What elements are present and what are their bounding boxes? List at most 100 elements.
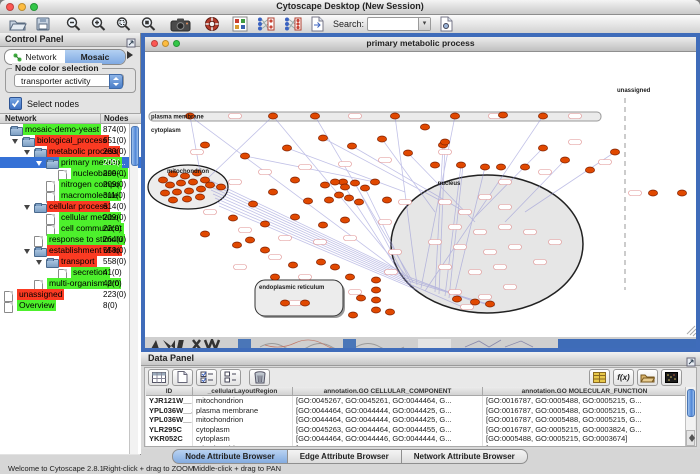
network-node[interactable] bbox=[420, 124, 429, 130]
tree-item[interactable]: transport558(0) bbox=[0, 256, 141, 267]
network-node[interactable] bbox=[270, 274, 279, 280]
network-node[interactable] bbox=[205, 182, 214, 188]
column-header[interactable]: ID bbox=[146, 387, 193, 396]
network-node[interactable] bbox=[268, 113, 277, 119]
network-node[interactable] bbox=[345, 274, 354, 280]
zoom-out-button[interactable] bbox=[65, 16, 82, 33]
delete-attribute-button[interactable] bbox=[249, 369, 270, 386]
tree-scrollbar-thumb[interactable] bbox=[131, 126, 139, 166]
attribute-table-button[interactable] bbox=[148, 369, 169, 386]
open-session-button[interactable] bbox=[8, 16, 27, 33]
network-node[interactable] bbox=[200, 231, 209, 237]
more-tabs-arrow-icon[interactable] bbox=[127, 51, 133, 59]
table-scrollbar[interactable] bbox=[685, 387, 695, 446]
tree-item[interactable]: unassigned223(0) bbox=[0, 289, 141, 300]
tree-item[interactable]: Overview8(0) bbox=[0, 300, 141, 311]
new-attribute-button[interactable] bbox=[172, 369, 193, 386]
table-row[interactable]: YLR295Ccytoplasm[GO:0045263, GO:0044464,… bbox=[146, 425, 687, 435]
import-attribute-table-button[interactable] bbox=[589, 369, 610, 386]
network-node[interactable] bbox=[290, 214, 299, 220]
column-header[interactable]: _cellularLayoutRegion bbox=[193, 387, 293, 396]
network-node[interactable] bbox=[248, 201, 257, 207]
tree-item[interactable]: biological_process651(0) bbox=[0, 135, 141, 146]
formula-builder-button[interactable]: f(x) bbox=[613, 369, 634, 386]
network-node[interactable] bbox=[165, 182, 174, 188]
tree-scrollbar[interactable] bbox=[129, 124, 138, 454]
network-node[interactable] bbox=[310, 113, 319, 119]
network-node[interactable] bbox=[280, 300, 289, 306]
tab-edge-attribute-browser[interactable]: Edge Attribute Browser bbox=[288, 449, 402, 464]
network-node[interactable] bbox=[360, 185, 369, 191]
network-node[interactable] bbox=[485, 301, 494, 307]
tree-item[interactable]: mosaic-demo-yeast874(0) bbox=[0, 124, 141, 135]
network-node[interactable] bbox=[160, 190, 169, 196]
tab-node-attribute-browser[interactable]: Node Attribute Browser bbox=[172, 449, 288, 464]
attribute-matrix-button[interactable] bbox=[661, 369, 682, 386]
network-node[interactable] bbox=[371, 307, 380, 313]
network-node[interactable] bbox=[334, 192, 343, 198]
network-node[interactable] bbox=[290, 177, 299, 183]
select-attributes-button[interactable] bbox=[196, 369, 217, 386]
tree-item[interactable]: response to stimulu264(0) bbox=[0, 234, 141, 245]
network-node[interactable] bbox=[354, 199, 363, 205]
chevron-down-icon[interactable]: ▾ bbox=[418, 18, 430, 30]
network-node[interactable] bbox=[385, 309, 394, 315]
network-node[interactable] bbox=[316, 259, 325, 265]
disclosure-triangle-icon[interactable] bbox=[24, 205, 30, 210]
network-node[interactable] bbox=[403, 150, 412, 156]
network-node[interactable] bbox=[318, 222, 327, 228]
tree-item[interactable]: cell communicat22(0) bbox=[0, 223, 141, 234]
network-node[interactable] bbox=[377, 136, 386, 142]
network-node[interactable] bbox=[216, 184, 225, 190]
table-scrollbar-thumb[interactable] bbox=[687, 389, 695, 417]
network-node[interactable] bbox=[610, 149, 619, 155]
network-node[interactable] bbox=[371, 277, 380, 283]
network-overview-button[interactable] bbox=[232, 16, 248, 33]
tree-item[interactable]: secretion41(0) bbox=[0, 267, 141, 278]
network-node[interactable] bbox=[370, 179, 379, 185]
save-session-button[interactable] bbox=[35, 16, 51, 33]
network-node[interactable] bbox=[390, 113, 399, 119]
tree-item[interactable]: primary metabo209(... bbox=[0, 157, 141, 168]
network-node[interactable] bbox=[585, 167, 594, 173]
table-scroll-arrows[interactable] bbox=[686, 430, 695, 446]
network-node[interactable] bbox=[320, 182, 329, 188]
select-nodes-checkbox[interactable] bbox=[9, 97, 22, 110]
network-node[interactable] bbox=[382, 197, 391, 203]
help-button[interactable] bbox=[204, 16, 220, 33]
tree-item[interactable]: establishment of lo558(0) bbox=[0, 245, 141, 256]
node-color-select[interactable]: transporter activity bbox=[14, 74, 124, 87]
network-node[interactable] bbox=[282, 145, 291, 151]
network-node[interactable] bbox=[648, 190, 657, 196]
search-input[interactable]: ▾ bbox=[367, 17, 431, 31]
network-node[interactable] bbox=[330, 264, 339, 270]
tree-item[interactable]: metabolic process280(0) bbox=[0, 146, 141, 157]
network-node[interactable] bbox=[228, 215, 237, 221]
network-node[interactable] bbox=[347, 143, 356, 149]
tab-network-attribute-browser[interactable]: Network Attribute Browser bbox=[402, 449, 528, 464]
disclosure-triangle-icon[interactable] bbox=[24, 150, 30, 155]
network-node[interactable] bbox=[260, 247, 269, 253]
network-node[interactable] bbox=[538, 113, 547, 119]
network-node[interactable] bbox=[168, 197, 177, 203]
copy-attributes-button[interactable] bbox=[256, 16, 275, 33]
network-node[interactable] bbox=[184, 188, 193, 194]
map-attributes-button[interactable] bbox=[283, 16, 302, 33]
tree-item[interactable]: nucleobase-...209(0) bbox=[0, 168, 141, 179]
zoom-selected-button[interactable] bbox=[115, 16, 132, 33]
network-node[interactable] bbox=[288, 262, 297, 268]
network-canvas[interactable]: plasma membranecytoplasmmitochondrionnuc… bbox=[145, 52, 696, 337]
import-attributes-button[interactable] bbox=[637, 369, 658, 386]
annotations-button[interactable] bbox=[310, 16, 325, 33]
network-node[interactable] bbox=[348, 312, 357, 318]
network-node[interactable] bbox=[172, 189, 181, 195]
search-options-button[interactable] bbox=[439, 16, 454, 33]
tree-item[interactable]: cellular process614(0) bbox=[0, 201, 141, 212]
network-node[interactable] bbox=[268, 189, 277, 195]
zoom-fit-button[interactable] bbox=[140, 16, 157, 33]
network-node[interactable] bbox=[371, 287, 380, 293]
network-node[interactable] bbox=[456, 162, 465, 168]
network-node[interactable] bbox=[182, 196, 191, 202]
table-row[interactable]: YKR052Ccytoplasm[GO:0044464, GO:0044446,… bbox=[146, 434, 687, 444]
network-node[interactable] bbox=[350, 180, 359, 186]
